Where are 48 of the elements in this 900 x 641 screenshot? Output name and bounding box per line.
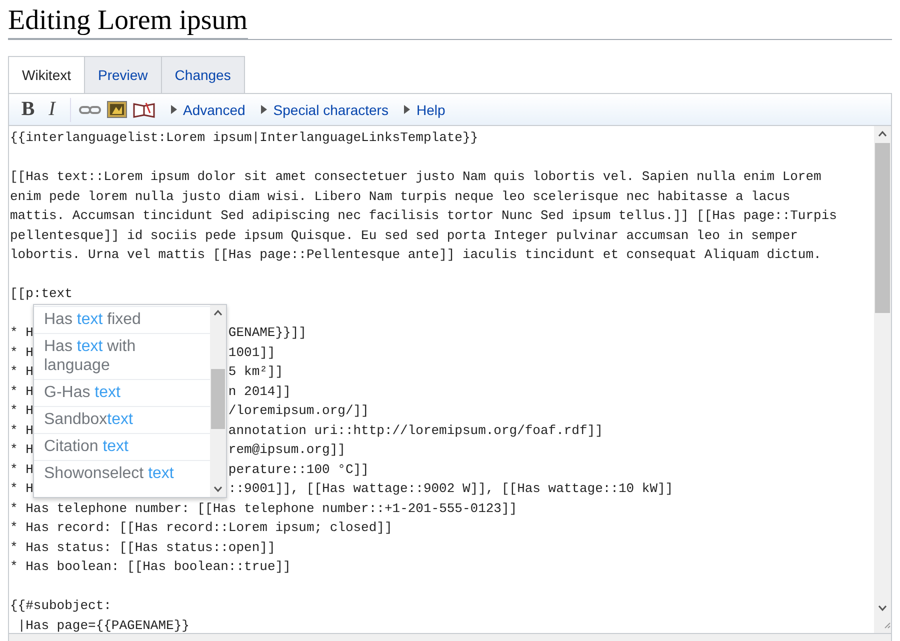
code-line: annotation uri::http://loremipsum.org/foaf.rdf]] [228,422,603,438]
scrollbar[interactable] [874,126,891,633]
code-line: * Has boolean: [[Has boolean::true]] [10,559,291,574]
code-line: {{#subobject: [10,598,112,613]
italic-button[interactable]: I [40,98,64,121]
code-line: * H [10,442,34,457]
bold-button[interactable]: B [16,98,40,121]
link-icon[interactable] [79,104,101,114]
code-line: * H [10,384,34,398]
caret-icon [171,105,177,114]
code-line: * Has telephone number: [[Has telephone number::+1-201-555-0123]] [10,500,518,516]
code-line: mattis. Accumsan tincidunt Sed adipiscing nec facilisis tortor Nunc Sed ipsum tellus.]] [[Has page::Turpis [10,208,837,223]
code-line: {{interlanguagelist:Lorem ipsum|InterlanguageLinksTemplate}} [10,130,478,145]
caret-icon [261,105,268,114]
code-line: [[Has text::Lorem ipsum dolor sit amet consectetuer justo Nam quis lobortis vel. Sapien nulla enim Lorem [10,169,822,184]
toolbar-group-link[interactable]: Help [404,102,446,118]
code-line: ::9001]], [[Has wattage::9002 W]], [[Has wattage::10 kW]] [228,481,674,496]
code-line: * H [10,422,34,438]
toolbar-group-link[interactable]: Special characters [261,102,388,118]
code-line: * H [10,462,34,476]
editor-tab[interactable]: Changes [160,56,245,94]
book-icon[interactable] [133,101,155,118]
code-line: * Has status: [[Has status::open]] [10,540,276,554]
code-line: enim pede lorem nulla justo diam wisi. Libero Nam turpis neque leo scelerisque nec habitasse a lacus [10,188,790,204]
code-line: 1001]] [228,344,276,360]
code-line: * H [10,364,34,379]
editor-tab[interactable]: Preview [84,56,162,94]
code-line: * Has record: [[Has record::Lorem ipsum; closed]] [10,520,392,535]
code-line: n 2014]] [228,384,291,398]
code-line: * H [10,403,34,418]
editor-tab[interactable]: Wikitext [8,56,85,94]
code-line: [[p:text [10,286,72,301]
code-line: 5 km²]] [228,364,284,379]
code-line: rem@ipsum.org]] [228,442,346,457]
code-line: * H [10,325,34,340]
code-line: /loremipsum.org/]] [228,403,369,418]
scrollbar[interactable] [210,305,226,497]
code-line: GENAME}}]] [228,325,306,340]
code-line: perature::100 °C]] [228,462,369,476]
page-title: Editing Lorem ipsum [8,0,248,39]
code-line: * H [10,481,34,496]
code-line: * H [10,344,34,360]
code-line: pellentesque]] id sociis pede ipsum Quisque. Eu sed sed porta Integer pulvinar accumsan leo in semper [10,228,798,242]
caret-icon [404,105,410,114]
image-icon[interactable] [107,101,127,118]
toolbar-group-link[interactable]: Advanced [171,102,246,118]
code-line: lobortis. Urna vel mattis [[Has page::Pellentesque ante]] iaculis tincidunt et consequat Aliquam dictum. [10,247,822,262]
code-line: |Has page={{PAGENAME}} [16,618,190,632]
